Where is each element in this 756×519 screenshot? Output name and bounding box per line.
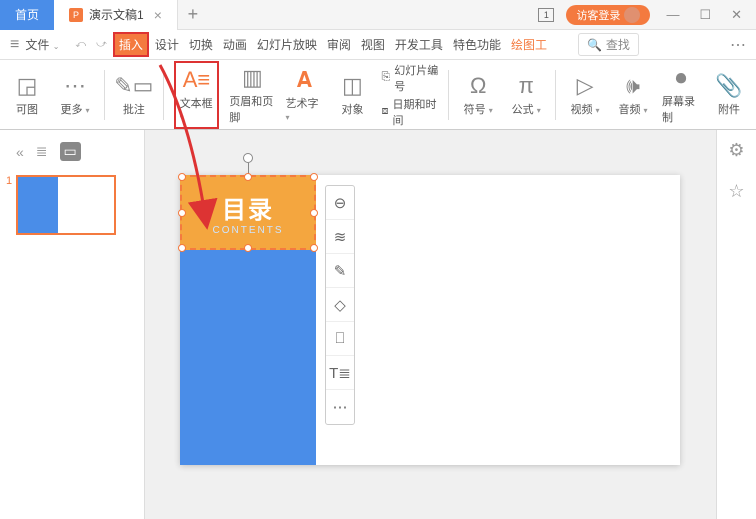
ribbon-datetime[interactable]: ⧈ 日期和时间 bbox=[381, 96, 438, 128]
ribbon-more[interactable]: ⋯ 更多 ▾ bbox=[56, 73, 94, 117]
textbox-subtitle[interactable]: CONTENTS bbox=[213, 225, 284, 236]
slide-thumbnail[interactable] bbox=[16, 175, 116, 235]
tab-view[interactable]: 视图 bbox=[357, 36, 389, 53]
add-tab-button[interactable]: + bbox=[178, 4, 208, 25]
number-icon: ⎘ bbox=[381, 71, 390, 84]
resize-handle-e[interactable] bbox=[310, 209, 318, 217]
textbox-icon: A≡ bbox=[183, 67, 211, 93]
search-icon: 🔍 bbox=[587, 38, 602, 52]
minimize-button[interactable]: — bbox=[662, 7, 683, 22]
search-label: 查找 bbox=[606, 36, 630, 53]
settings-slider-icon[interactable]: ⚙ bbox=[728, 140, 744, 161]
ribbon-object[interactable]: ◫ 对象 bbox=[333, 73, 371, 117]
rotate-handle[interactable] bbox=[243, 153, 253, 163]
presentation-icon: P bbox=[69, 8, 83, 22]
resize-handle-sw[interactable] bbox=[178, 244, 186, 252]
login-button[interactable]: 访客登录 bbox=[566, 5, 650, 25]
crop-icon[interactable]: ⎕ bbox=[326, 322, 354, 356]
workspace: « ≣ ▭ 1 目录 CONTENTS bbox=[0, 130, 756, 519]
slide-canvas-area[interactable]: 目录 CONTENTS ⊖ ≋ ✎ ◇ ⎕ T≣ ⋯ bbox=[145, 130, 716, 519]
home-tab[interactable]: 首页 bbox=[0, 0, 54, 30]
slide-thumbnail-pane: « ≣ ▭ 1 bbox=[0, 130, 145, 519]
avatar-icon bbox=[624, 7, 640, 23]
pi-icon: π bbox=[519, 73, 534, 99]
textbox-title[interactable]: 目录 bbox=[222, 190, 274, 225]
slide[interactable]: 目录 CONTENTS ⊖ ≋ ✎ ◇ ⎕ T≣ ⋯ bbox=[180, 175, 680, 465]
file-menu[interactable]: 文件 ⌄ bbox=[25, 36, 59, 53]
video-icon: ▷ bbox=[577, 73, 594, 99]
tab-slideshow[interactable]: 幻灯片放映 bbox=[253, 36, 321, 53]
resize-handle-nw[interactable] bbox=[178, 173, 186, 181]
tab-insert[interactable]: 插入 bbox=[113, 32, 149, 57]
tab-review[interactable]: 审阅 bbox=[323, 36, 355, 53]
selected-textbox[interactable]: 目录 CONTENTS bbox=[180, 175, 316, 250]
ribbon-symbol[interactable]: Ω 符号 ▾ bbox=[459, 73, 497, 117]
more-icon: ⋯ bbox=[64, 73, 86, 99]
symbol-icon: Ω bbox=[470, 73, 486, 99]
ribbon-slide-number[interactable]: ⎘ 幻灯片编号 bbox=[381, 62, 438, 94]
ribbon-comment[interactable]: ✎▭ 批注 bbox=[115, 73, 153, 117]
ribbon-slide-meta: ⎘ 幻灯片编号 ⧈ 日期和时间 bbox=[381, 62, 438, 128]
favorite-icon[interactable]: ☆ bbox=[728, 181, 744, 202]
title-bar: 首页 P 演示文稿1 × + 1 访客登录 — ☐ ✕ bbox=[0, 0, 756, 30]
ribbon-video[interactable]: ▷ 视频 ▾ bbox=[566, 73, 604, 117]
nav-next-icon[interactable]: ⤻ bbox=[96, 39, 107, 50]
wordart-icon: 𝐀 bbox=[297, 67, 312, 93]
hamburger-icon[interactable]: ≡ bbox=[10, 36, 19, 54]
close-button[interactable]: ✕ bbox=[727, 7, 746, 23]
tab-devtools[interactable]: 开发工具 bbox=[391, 36, 447, 53]
document-tab-label: 演示文稿1 bbox=[89, 6, 144, 23]
view-icon: ◲ bbox=[17, 73, 38, 99]
ribbon-textbox[interactable]: A≡ 文本框 ▾ bbox=[174, 61, 220, 129]
resize-handle-ne[interactable] bbox=[310, 173, 318, 181]
right-sidebar: ⚙ ☆ bbox=[716, 130, 756, 519]
layers-icon[interactable]: ≋ bbox=[326, 220, 354, 254]
fill-icon[interactable]: ◇ bbox=[326, 288, 354, 322]
record-icon: ⏺ bbox=[676, 65, 687, 91]
resize-handle-n[interactable] bbox=[244, 173, 252, 181]
nav-prev-icon[interactable]: ⤺ bbox=[75, 39, 86, 50]
collapse-toolbar-icon[interactable]: ⊖ bbox=[326, 186, 354, 220]
resize-handle-s[interactable] bbox=[244, 244, 252, 252]
ribbon-attach[interactable]: 📎 附件 bbox=[710, 73, 748, 117]
maximize-button[interactable]: ☐ bbox=[695, 7, 715, 23]
thumbnail-view-icon[interactable]: ▭ bbox=[60, 142, 81, 161]
ribbon-view[interactable]: ◲ 可图 bbox=[8, 73, 46, 117]
tab-features[interactable]: 特色功能 bbox=[449, 36, 505, 53]
object-icon: ◫ bbox=[342, 73, 363, 99]
more-menu-icon[interactable]: ⋯ bbox=[730, 35, 746, 55]
resize-handle-se[interactable] bbox=[310, 244, 318, 252]
header-footer-icon: ▥ bbox=[242, 65, 263, 91]
collapse-icon[interactable]: « bbox=[16, 144, 24, 160]
text-format-icon[interactable]: T≣ bbox=[326, 356, 354, 390]
tab-design[interactable]: 设计 bbox=[151, 36, 183, 53]
attach-icon: 📎 bbox=[715, 73, 742, 99]
audio-icon: 🕪 bbox=[626, 73, 640, 99]
slide-number-label: 1 bbox=[6, 175, 12, 187]
menu-bar: ≡ 文件 ⌄ ⤺ ⤻ 插入 设计 切换 动画 幻灯片放映 审阅 视图 开发工具 … bbox=[0, 30, 756, 60]
document-tab[interactable]: P 演示文稿1 × bbox=[54, 0, 178, 30]
ribbon-formula[interactable]: π 公式 ▾ bbox=[507, 73, 545, 117]
ribbon-wordart[interactable]: 𝐀 艺术字 ▾ bbox=[285, 67, 323, 123]
floating-edit-toolbar: ⊖ ≋ ✎ ◇ ⎕ T≣ ⋯ bbox=[325, 185, 355, 425]
search-box[interactable]: 🔍 查找 bbox=[578, 33, 639, 56]
ribbon: ◲ 可图 ⋯ 更多 ▾ ✎▭ 批注 A≡ 文本框 ▾ ▥ 页眉和页脚 𝐀 艺术字… bbox=[0, 60, 756, 130]
ribbon-record[interactable]: ⏺ 屏幕录制 bbox=[662, 65, 700, 125]
window-count-icon[interactable]: 1 bbox=[538, 8, 554, 22]
more-tools-icon[interactable]: ⋯ bbox=[326, 390, 354, 424]
slide-thumbnail-row[interactable]: 1 bbox=[6, 175, 138, 235]
login-label: 访客登录 bbox=[576, 7, 620, 23]
tab-transition[interactable]: 切换 bbox=[185, 36, 217, 53]
comment-icon: ✎▭ bbox=[114, 73, 153, 99]
ribbon-header-footer[interactable]: ▥ 页眉和页脚 bbox=[229, 65, 275, 125]
tab-draw[interactable]: 绘图工 bbox=[507, 36, 551, 53]
outline-view-icon[interactable]: ≣ bbox=[36, 143, 48, 160]
resize-handle-w[interactable] bbox=[178, 209, 186, 217]
tab-animation[interactable]: 动画 bbox=[219, 36, 251, 53]
pane-view-switcher: « ≣ ▭ bbox=[6, 138, 138, 165]
brush-icon[interactable]: ✎ bbox=[326, 254, 354, 288]
ribbon-audio[interactable]: 🕪 音频 ▾ bbox=[614, 73, 652, 117]
close-tab-icon[interactable]: × bbox=[154, 7, 162, 23]
calendar-icon: ⧈ bbox=[381, 105, 388, 118]
